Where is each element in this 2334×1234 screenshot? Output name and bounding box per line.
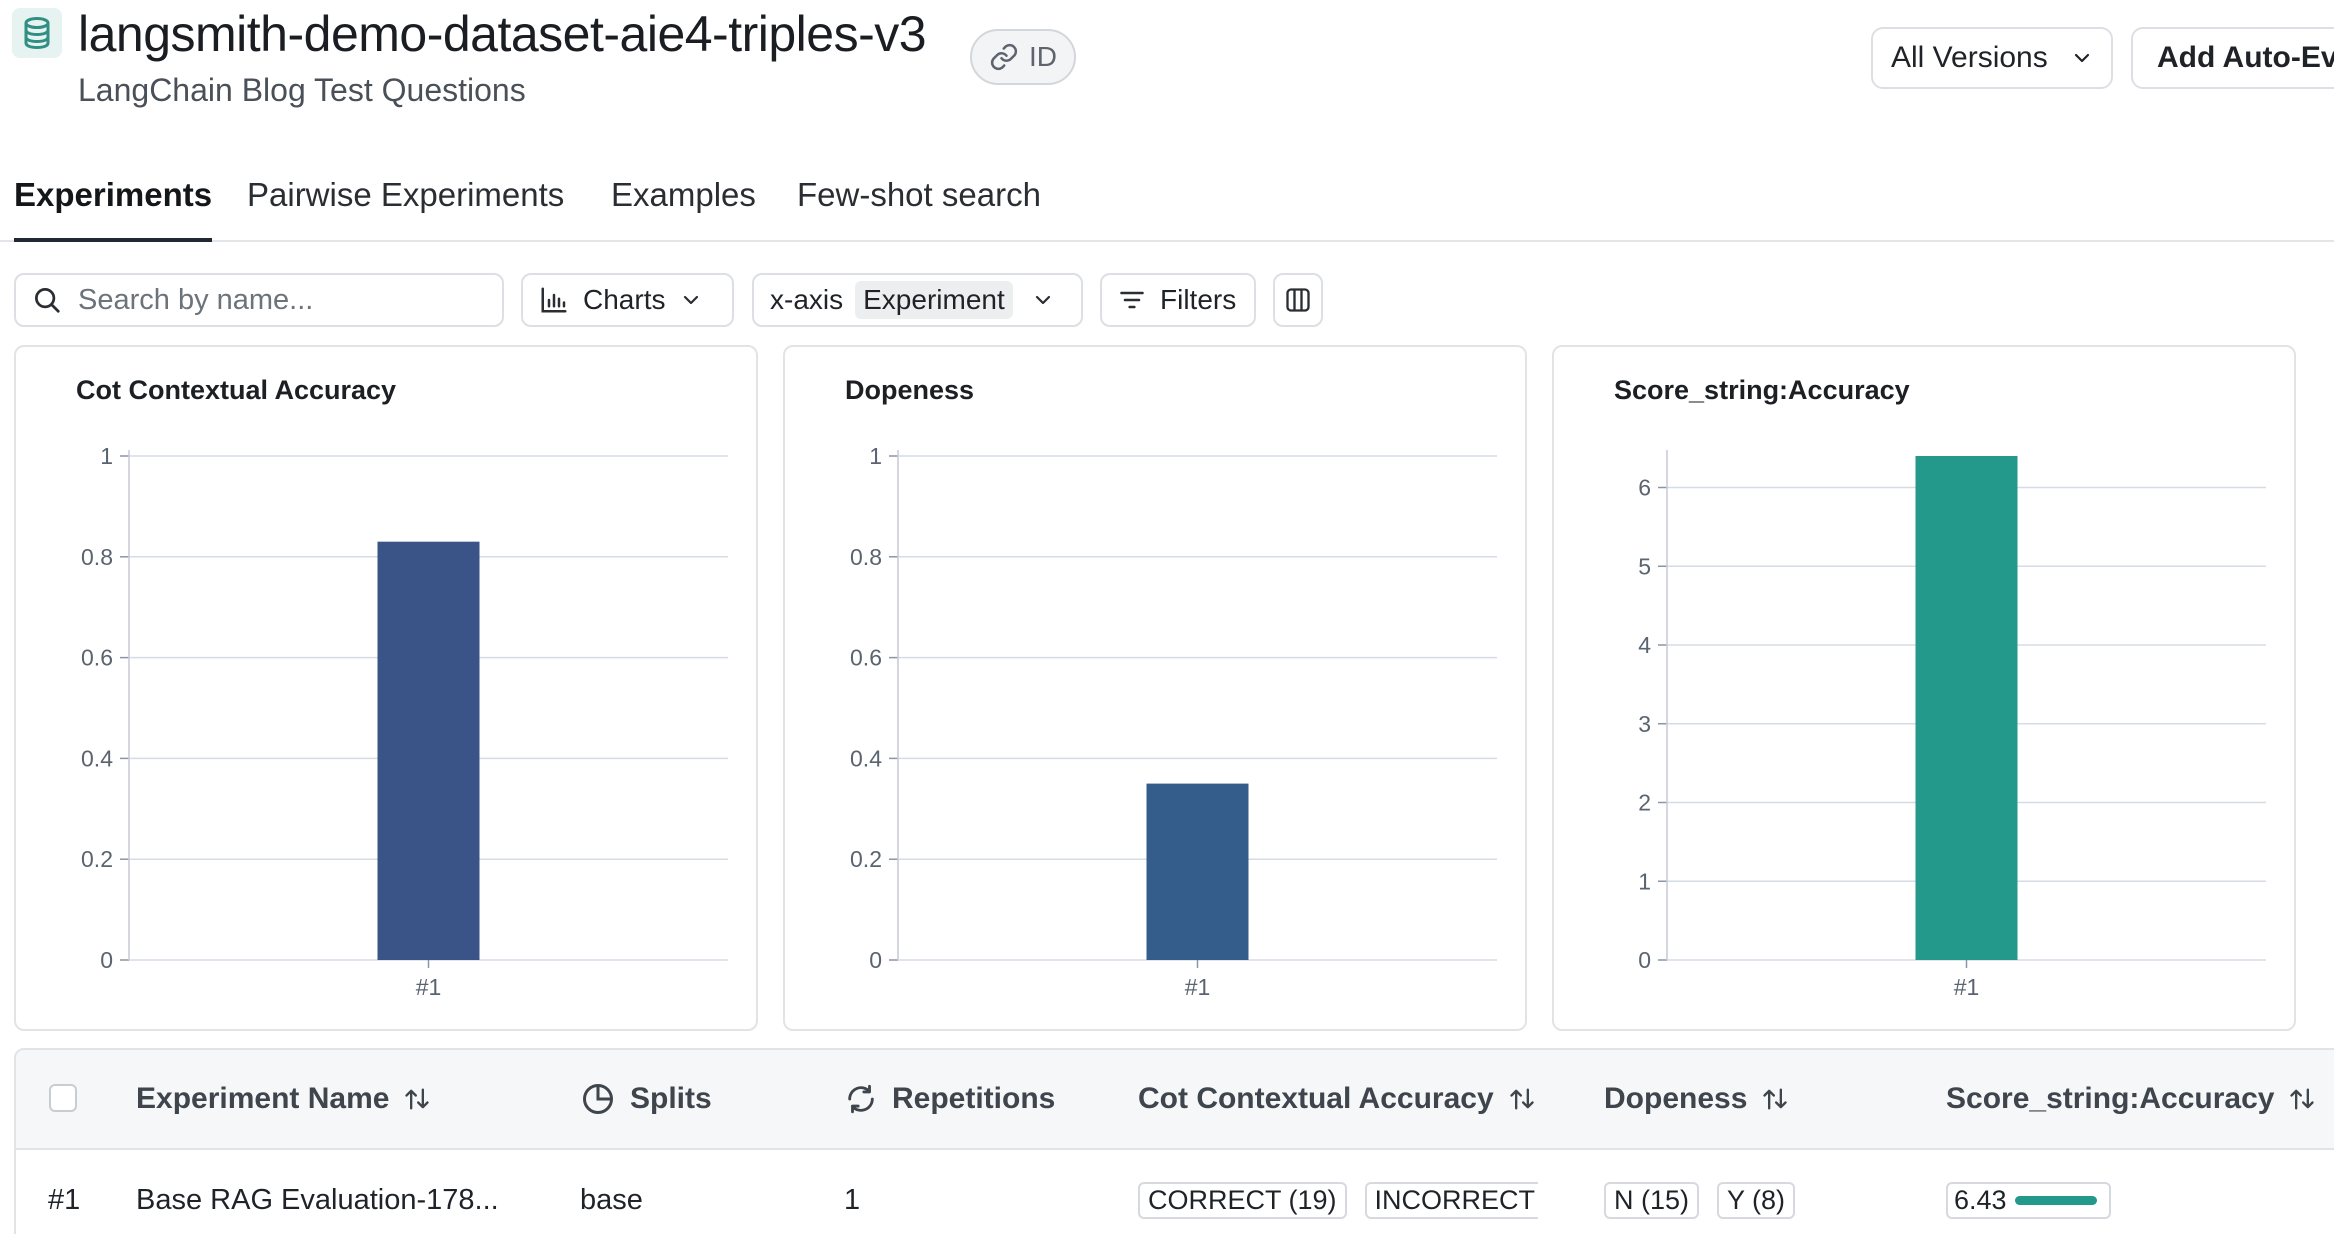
y-tick-label: 0 xyxy=(1638,947,1651,973)
charts-label: Charts xyxy=(583,284,666,315)
filters-label: Filters xyxy=(1160,284,1237,315)
feedback-tag-incorrect[interactable]: INCORRECT (4) xyxy=(1364,1181,1538,1219)
bar[interactable] xyxy=(1915,456,2018,960)
versions-label: All Versions xyxy=(1891,41,2048,74)
y-tick-label: 4 xyxy=(1638,632,1651,658)
search-box xyxy=(14,273,504,327)
y-tick-label: 0.4 xyxy=(850,745,882,771)
pie-chart-icon xyxy=(580,1081,616,1117)
y-tick-label: 0.4 xyxy=(81,745,113,771)
repeat-icon xyxy=(844,1082,878,1116)
score-cell: 6.43 xyxy=(1946,1150,2111,1234)
score-string-accuracy-chart: Score_string:Accuracy 0 1 2 3 4 5 6 #1 xyxy=(1614,375,2266,1000)
cot-feedback-cell: CORRECT (19) INCORRECT (4) xyxy=(1138,1150,1538,1234)
y-tick-label: 0.6 xyxy=(850,645,882,671)
chart-title: Cot Contextual Accuracy xyxy=(76,375,396,405)
column-header-repetitions[interactable]: Repetitions xyxy=(844,1050,1055,1148)
y-tick-label: 1 xyxy=(1638,868,1651,894)
cot-contextual-accuracy-chart: Cot Contextual Accuracy 0 0.2 0.4 0.6 0.8 1 #1 xyxy=(76,375,728,1000)
chart-card-dopeness: Dopeness 0 0.2 0.4 0.6 0.8 1 #1 xyxy=(783,345,1527,1031)
select-all-checkbox[interactable] xyxy=(49,1084,77,1112)
x-axis-label: x-axis xyxy=(770,284,844,315)
y-tick-label: 3 xyxy=(1638,711,1651,737)
experiment-name-link[interactable]: Base RAG Evaluation-178... xyxy=(136,1150,499,1234)
sort-icon[interactable] xyxy=(2288,1085,2316,1113)
feedback-tag-n[interactable]: N (15) xyxy=(1604,1181,1700,1219)
y-tick-label: 0.8 xyxy=(850,544,882,570)
chart-card-cot-contextual-accuracy: Cot Contextual Accuracy 0 0.2 0.4 0.6 0.8 1 #1 xyxy=(14,345,758,1031)
column-header-dopeness[interactable]: Dopeness xyxy=(1604,1050,1789,1148)
y-tick-label: 0 xyxy=(869,947,882,973)
tab-few-shot-search[interactable]: Few-shot search xyxy=(797,166,1041,238)
chevron-down-icon xyxy=(1031,288,1055,312)
tab-experiments[interactable]: Experiments xyxy=(14,166,213,242)
chart-card-score-string-accuracy: Score_string:Accuracy 0 1 2 3 4 5 6 #1 xyxy=(1552,345,2296,1031)
sort-icon[interactable] xyxy=(1761,1085,1789,1113)
tab-examples[interactable]: Examples xyxy=(611,166,756,238)
x-tick-label: #1 xyxy=(1185,974,1211,1000)
x-axis-dropdown[interactable]: x-axis Experiment xyxy=(752,273,1083,327)
link-icon xyxy=(989,42,1019,72)
filters-button[interactable]: Filters xyxy=(1100,273,1256,327)
filter-icon xyxy=(1118,286,1146,314)
x-tick-label: #1 xyxy=(416,974,442,1000)
x-tick-label: #1 xyxy=(1954,974,1980,1000)
sort-icon[interactable] xyxy=(1508,1085,1536,1113)
columns-icon xyxy=(1284,286,1312,314)
bar[interactable] xyxy=(377,541,480,960)
experiments-table: Experiment Name Splits Repetitions Cot C… xyxy=(14,1048,2334,1234)
dopeness-chart: Dopeness 0 0.2 0.4 0.6 0.8 1 #1 xyxy=(845,375,1497,1000)
search-icon xyxy=(32,285,62,315)
charts-dropdown[interactable]: Charts xyxy=(521,273,734,327)
columns-button[interactable] xyxy=(1273,273,1323,327)
chart-title: Score_string:Accuracy xyxy=(1614,375,1910,405)
search-input[interactable] xyxy=(78,283,498,317)
chart-icon xyxy=(539,285,569,315)
split-value: base xyxy=(580,1183,643,1216)
y-tick-label: 0.2 xyxy=(850,846,882,872)
versions-dropdown[interactable]: All Versions xyxy=(1871,27,2113,89)
x-axis-value: Experiment xyxy=(855,281,1013,319)
feedback-tag-y[interactable]: Y (8) xyxy=(1717,1181,1796,1219)
add-auto-evaluator-button[interactable]: Add Auto-Evaluator xyxy=(2131,27,2334,89)
feedback-tag-correct[interactable]: CORRECT (19) xyxy=(1138,1181,1347,1219)
score-value: 6.43 xyxy=(1954,1184,2007,1215)
tab-bar: Experiments Pairwise Experiments Example… xyxy=(0,166,2334,242)
y-tick-label: 0.6 xyxy=(81,645,113,671)
score-bar xyxy=(2014,1195,2097,1205)
repetitions-value: 1 xyxy=(844,1183,861,1216)
sort-icon[interactable] xyxy=(403,1085,431,1113)
database-icon xyxy=(12,8,62,58)
y-tick-label: 5 xyxy=(1638,553,1651,579)
column-header-experiment-name[interactable]: Experiment Name xyxy=(136,1050,431,1148)
tab-pairwise-experiments[interactable]: Pairwise Experiments xyxy=(247,166,564,238)
add-auto-evaluator-label: Add Auto-Evaluator xyxy=(2157,41,2334,74)
chevron-down-icon xyxy=(2070,46,2094,70)
column-header-cot-contextual-accuracy[interactable]: Cot Contextual Accuracy xyxy=(1138,1050,1536,1148)
y-tick-label: 1 xyxy=(100,443,113,469)
page-title: langsmith-demo-dataset-aie4-triples-v3 xyxy=(78,6,927,62)
score-value-pill[interactable]: 6.43 xyxy=(1946,1181,2111,1219)
dataset-page: langsmith-demo-dataset-aie4-triples-v3 L… xyxy=(0,0,2334,1234)
chart-title: Dopeness xyxy=(845,375,974,405)
id-chip-label: ID xyxy=(1029,41,1057,72)
copy-id-button[interactable]: ID xyxy=(970,29,1076,85)
y-tick-label: 0.8 xyxy=(81,544,113,570)
dopeness-feedback-cell: N (15) Y (8) xyxy=(1604,1150,1813,1234)
column-header-splits[interactable]: Splits xyxy=(580,1050,712,1148)
y-tick-label: 0.2 xyxy=(81,846,113,872)
y-tick-label: 0 xyxy=(100,947,113,973)
row-index: #1 xyxy=(48,1183,81,1216)
table-header: Experiment Name Splits Repetitions Cot C… xyxy=(16,1050,2334,1150)
y-tick-label: 2 xyxy=(1638,790,1651,816)
column-header-score-string-accuracy[interactable]: Score_string:Accuracy xyxy=(1946,1050,2316,1148)
y-tick-label: 1 xyxy=(869,443,882,469)
table-row[interactable]: #1 Base RAG Evaluation-178... base 1 COR… xyxy=(16,1150,2334,1234)
bar[interactable] xyxy=(1146,783,1249,960)
y-tick-label: 6 xyxy=(1638,475,1651,501)
page-subtitle: LangChain Blog Test Questions xyxy=(78,72,526,108)
chevron-down-icon xyxy=(679,288,703,312)
